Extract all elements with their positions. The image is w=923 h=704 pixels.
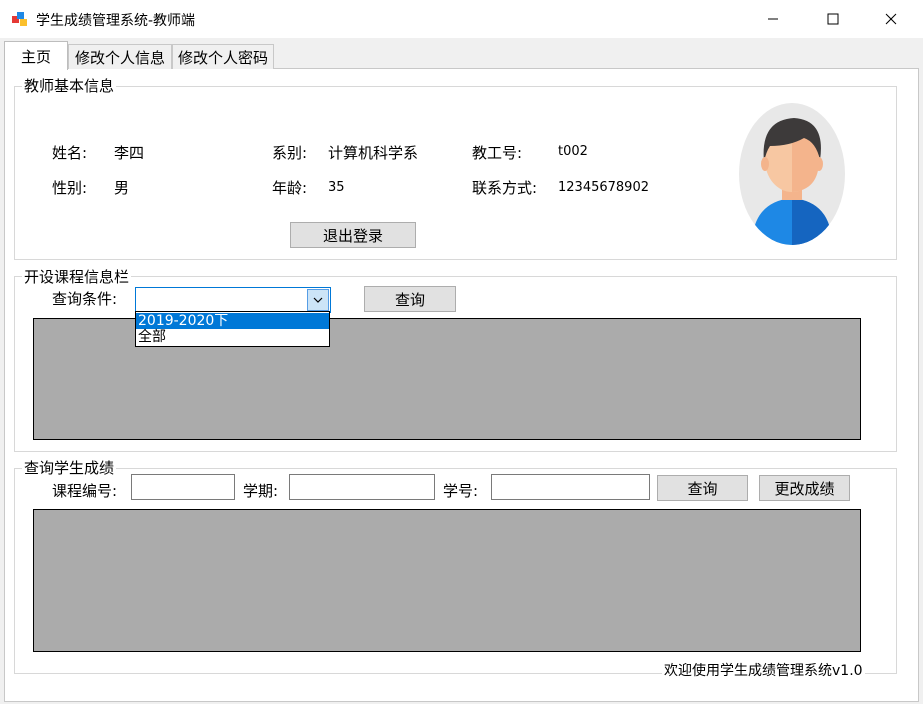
app-icon xyxy=(12,12,27,26)
tab-home[interactable]: 主页 xyxy=(4,41,68,70)
dropdown-option-all[interactable]: 全部 xyxy=(136,329,329,345)
contact-label: 联系方式: xyxy=(472,179,538,197)
modify-score-button[interactable]: 更改成绩 xyxy=(759,475,850,501)
close-button[interactable] xyxy=(868,0,914,38)
query-condition-label: 查询条件: xyxy=(52,290,118,308)
score-query-group-title: 查询学生成绩 xyxy=(22,457,117,478)
window-title: 学生成绩管理系统-教师端 xyxy=(36,13,196,29)
welcome-footer-text: 欢迎使用学生成绩管理系统v1.0 xyxy=(662,660,865,680)
close-icon xyxy=(885,13,897,25)
logout-button[interactable]: 退出登录 xyxy=(290,222,416,248)
age-label: 年龄: xyxy=(272,179,308,197)
query-condition-select[interactable] xyxy=(135,287,331,313)
course-id-label: 课程编号: xyxy=(52,482,118,500)
dropdown-option-2019-2020[interactable]: 2019-2020下 xyxy=(136,313,329,329)
term-input[interactable] xyxy=(289,474,435,500)
maximize-icon xyxy=(827,13,839,25)
student-id-label: 学号: xyxy=(443,482,479,500)
term-label: 学期: xyxy=(243,482,279,500)
contact-value: 12345678902 xyxy=(558,180,649,195)
name-value: 李四 xyxy=(114,144,145,162)
staff-id-value: t002 xyxy=(558,144,588,159)
department-value: 计算机科学系 xyxy=(328,144,419,162)
score-query-button[interactable]: 查询 xyxy=(657,475,748,501)
teacher-info-group-title: 教师基本信息 xyxy=(22,75,117,96)
name-label: 姓名: xyxy=(52,144,88,162)
tab-edit-profile[interactable]: 修改个人信息 xyxy=(68,44,172,69)
chevron-down-icon xyxy=(313,297,323,303)
minimize-button[interactable] xyxy=(750,0,796,38)
minimize-icon xyxy=(768,18,778,20)
dropdown-toggle-button[interactable] xyxy=(307,289,329,311)
query-condition-dropdown-list[interactable]: 2019-2020下 全部 xyxy=(135,311,330,347)
user-avatar-icon xyxy=(739,103,845,245)
course-info-group-title: 开设课程信息栏 xyxy=(22,266,132,287)
gender-label: 性别: xyxy=(52,179,88,197)
score-data-grid[interactable] xyxy=(33,509,861,652)
staff-id-label: 教工号: xyxy=(472,144,523,162)
maximize-button[interactable] xyxy=(810,0,856,38)
student-id-input[interactable] xyxy=(491,474,650,500)
course-id-input[interactable] xyxy=(131,474,235,500)
department-label: 系别: xyxy=(272,144,308,162)
age-value: 35 xyxy=(328,180,345,195)
tab-edit-password[interactable]: 修改个人密码 xyxy=(172,44,274,69)
course-query-button[interactable]: 查询 xyxy=(364,286,456,312)
gender-value: 男 xyxy=(114,179,130,197)
